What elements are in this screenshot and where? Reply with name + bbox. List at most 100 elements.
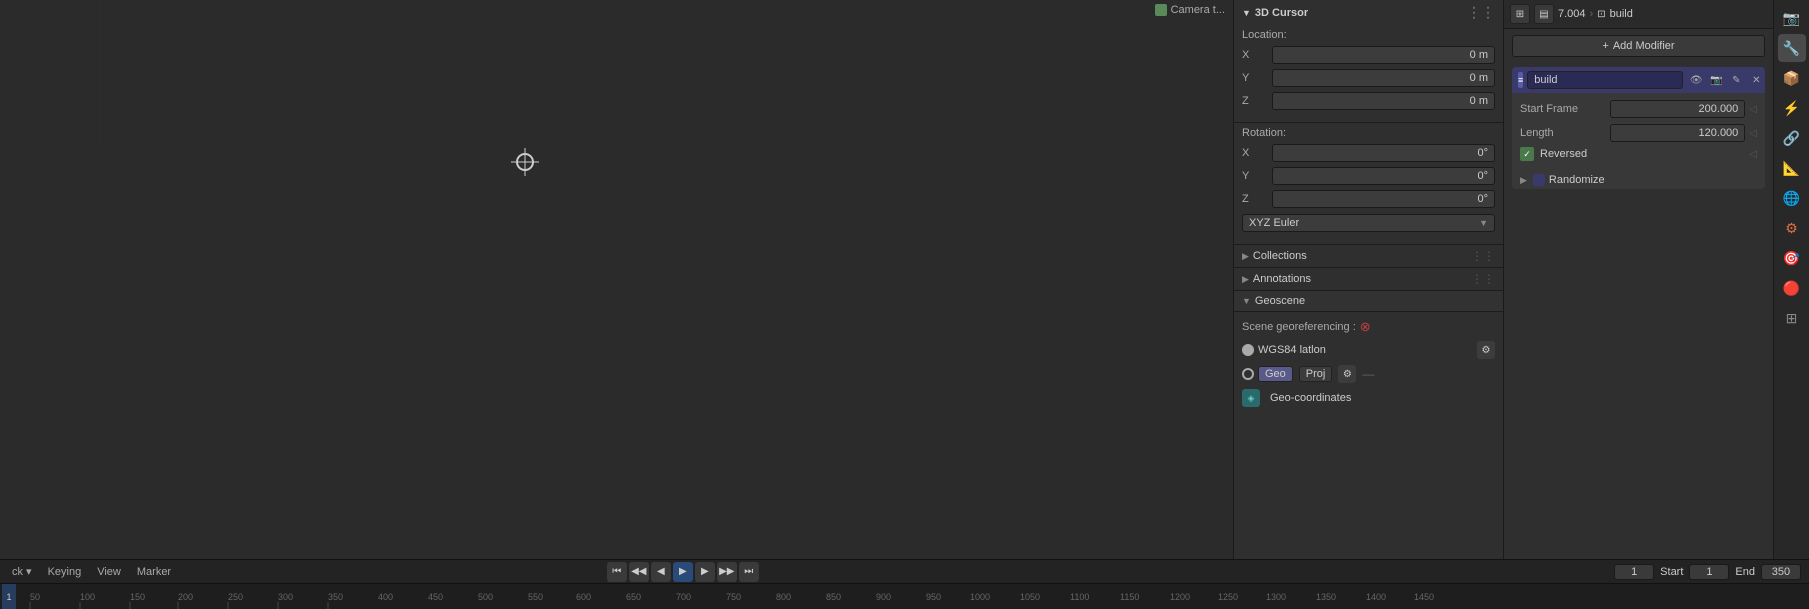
svg-text:350: 350 bbox=[328, 592, 343, 602]
svg-text:1350: 1350 bbox=[1316, 592, 1336, 602]
collapse-arrow: ▼ bbox=[1242, 8, 1251, 18]
view-btn[interactable]: View bbox=[93, 565, 125, 579]
modifier-panel-icon[interactable]: ⊞ bbox=[1510, 4, 1530, 24]
sidebar-icon-world[interactable]: 🌐 bbox=[1778, 184, 1806, 212]
timeline-ruler[interactable]: 1 50 100 150 200 250 300 350 400 450 500… bbox=[0, 584, 1809, 609]
modifier-close-icon[interactable]: ✕ bbox=[1747, 71, 1765, 89]
modifier-card-header: ≡ 👁 📷 ✎ ✕ bbox=[1512, 67, 1765, 93]
svg-text:600: 600 bbox=[576, 592, 591, 602]
svg-text:1250: 1250 bbox=[1218, 592, 1238, 602]
proj-button[interactable]: Proj bbox=[1299, 366, 1333, 382]
rx-value[interactable]: 0° bbox=[1272, 144, 1495, 162]
length-value[interactable]: 120.000 bbox=[1610, 124, 1745, 142]
rotation-label: Rotation: bbox=[1242, 127, 1495, 139]
wgs84-radio-icon[interactable] bbox=[1242, 344, 1254, 356]
sidebar-icon-data[interactable]: 📐 bbox=[1778, 154, 1806, 182]
svg-text:1: 1 bbox=[6, 592, 11, 602]
collections-arrow-icon: ▶ bbox=[1242, 251, 1249, 262]
y-value[interactable]: 0 m bbox=[1272, 69, 1495, 87]
start-frame-field[interactable]: 1 bbox=[1689, 564, 1729, 580]
rotation-mode-label: XYZ Euler bbox=[1249, 217, 1299, 229]
modifier-type-icon: ≡ bbox=[1518, 72, 1523, 88]
sidebar-icon-orange1[interactable]: ⚙ bbox=[1778, 214, 1806, 242]
geo-radio-icon[interactable] bbox=[1242, 368, 1254, 380]
svg-text:500: 500 bbox=[478, 592, 493, 602]
current-frame-field[interactable]: 1 bbox=[1614, 564, 1654, 580]
camera-overlay: Camera t... bbox=[1155, 4, 1225, 16]
ry-value[interactable]: 0° bbox=[1272, 167, 1495, 185]
collections-header[interactable]: ▶ Collections ⋮⋮ bbox=[1234, 245, 1503, 268]
modifier-edit-icon[interactable]: ✎ bbox=[1727, 71, 1745, 89]
breadcrumb-sep: › bbox=[1590, 8, 1594, 20]
sidebar-icon-constraints[interactable]: 🔗 bbox=[1778, 124, 1806, 152]
reversed-checkbox[interactable]: ✓ bbox=[1520, 147, 1534, 161]
randomize-row[interactable]: ▶ Randomize bbox=[1512, 171, 1765, 189]
z-field-row: Z 0 m bbox=[1242, 91, 1495, 111]
breadcrumb: 7.004 › ⊡ build bbox=[1558, 8, 1633, 20]
geo-coord-label: Geo-coordinates bbox=[1270, 392, 1351, 404]
rx-field-row: X 0° bbox=[1242, 143, 1495, 163]
camera-checkbox bbox=[1155, 4, 1167, 16]
length-row: Length 120.000 ◁ bbox=[1520, 123, 1757, 143]
jump-to-end-btn[interactable]: ⏭ bbox=[739, 562, 759, 582]
prev-keyframe-btn[interactable]: ◀◀ bbox=[629, 562, 649, 582]
add-modifier-button[interactable]: + Add Modifier bbox=[1512, 35, 1765, 57]
panel-options-icon[interactable]: ⋮⋮ bbox=[1467, 4, 1495, 21]
z-value[interactable]: 0 m bbox=[1272, 92, 1495, 110]
sidebar-icon-orange2[interactable]: 🎯 bbox=[1778, 244, 1806, 272]
start-frame-row: Start Frame 200.000 ◁ bbox=[1520, 99, 1757, 119]
jump-to-start-btn[interactable]: ⏮ bbox=[607, 562, 627, 582]
play-btn[interactable]: ▶ bbox=[673, 562, 693, 582]
end-frame-field[interactable]: 350 bbox=[1761, 564, 1801, 580]
x-label: X bbox=[1242, 49, 1272, 61]
modifier-topbar-icon2[interactable]: ▤ bbox=[1534, 4, 1554, 24]
rotation-section: Rotation: X 0° Y 0° Z 0° bbox=[1234, 123, 1503, 245]
start-frame-label: Start Frame bbox=[1520, 103, 1610, 115]
svg-text:1100: 1100 bbox=[1070, 592, 1089, 602]
cursor-panel-header[interactable]: ▼ 3D Cursor ⋮⋮ bbox=[1234, 0, 1503, 25]
reversed-extra-icon: ◁ bbox=[1749, 149, 1757, 160]
modifier-card-body: Start Frame 200.000 ◁ Length 120.000 ◁ ✓… bbox=[1512, 93, 1765, 171]
ry-field-row: Y 0° bbox=[1242, 166, 1495, 186]
proj-settings-icon[interactable]: ⚙ bbox=[1338, 365, 1356, 383]
viewport[interactable]: Camera t... bbox=[0, 0, 1233, 559]
x-field-row: X 0 m bbox=[1242, 45, 1495, 65]
rz-value[interactable]: 0° bbox=[1272, 190, 1495, 208]
add-modifier-label: Add Modifier bbox=[1613, 40, 1675, 52]
sidebar-icon-scene[interactable]: 📷 bbox=[1778, 4, 1806, 32]
start-frame-value[interactable]: 200.000 bbox=[1610, 100, 1745, 118]
object-name-label: build bbox=[1610, 8, 1633, 20]
sidebar-icon-orange3[interactable]: 🔴 bbox=[1778, 274, 1806, 302]
annotations-options-icon[interactable]: ⋮⋮ bbox=[1471, 272, 1495, 286]
geoscene-header[interactable]: ▼ Geoscene bbox=[1234, 291, 1503, 312]
annotations-arrow-icon: ▶ bbox=[1242, 274, 1249, 285]
reversed-label: Reversed bbox=[1540, 148, 1587, 160]
length-extra-icon: ◁ bbox=[1749, 128, 1757, 139]
sidebar-icon-modifier[interactable]: 🔧 bbox=[1778, 34, 1806, 62]
rx-label: X bbox=[1242, 147, 1272, 159]
prev-frame-btn[interactable]: ◀ bbox=[651, 562, 671, 582]
marker-btn[interactable]: Marker bbox=[133, 565, 175, 579]
y-field-row: Y 0 m bbox=[1242, 68, 1495, 88]
playback-controls: ⏮ ◀◀ ◀ ▶ ▶ ▶▶ ⏭ bbox=[607, 562, 759, 582]
next-keyframe-btn[interactable]: ▶▶ bbox=[717, 562, 737, 582]
modifier-render-icon[interactable]: 📷 bbox=[1707, 71, 1725, 89]
geoscene-label: Geoscene bbox=[1255, 295, 1305, 307]
modifier-name-input[interactable] bbox=[1527, 71, 1683, 89]
geo-button[interactable]: Geo bbox=[1258, 366, 1293, 382]
sidebar-icon-physics[interactable]: ⚡ bbox=[1778, 94, 1806, 122]
wgs84-settings-icon[interactable]: ⚙ bbox=[1477, 341, 1495, 359]
camera-label: Camera t... bbox=[1171, 4, 1225, 16]
collections-options-icon[interactable]: ⋮⋮ bbox=[1471, 249, 1495, 263]
sidebar-icon-grid[interactable]: ⊞ bbox=[1778, 304, 1806, 332]
keying-btn[interactable]: Keying bbox=[44, 565, 86, 579]
svg-text:1450: 1450 bbox=[1414, 592, 1434, 602]
z-label: Z bbox=[1242, 95, 1272, 107]
modifier-realtime-icon[interactable]: 👁 bbox=[1687, 71, 1705, 89]
track-btn[interactable]: ck ▾ bbox=[8, 564, 36, 579]
next-frame-btn[interactable]: ▶ bbox=[695, 562, 715, 582]
x-value[interactable]: 0 m bbox=[1272, 46, 1495, 64]
annotations-header[interactable]: ▶ Annotations ⋮⋮ bbox=[1234, 268, 1503, 291]
rotation-mode-dropdown[interactable]: XYZ Euler ▼ bbox=[1242, 214, 1495, 232]
sidebar-icon-particles[interactable]: 📦 bbox=[1778, 64, 1806, 92]
